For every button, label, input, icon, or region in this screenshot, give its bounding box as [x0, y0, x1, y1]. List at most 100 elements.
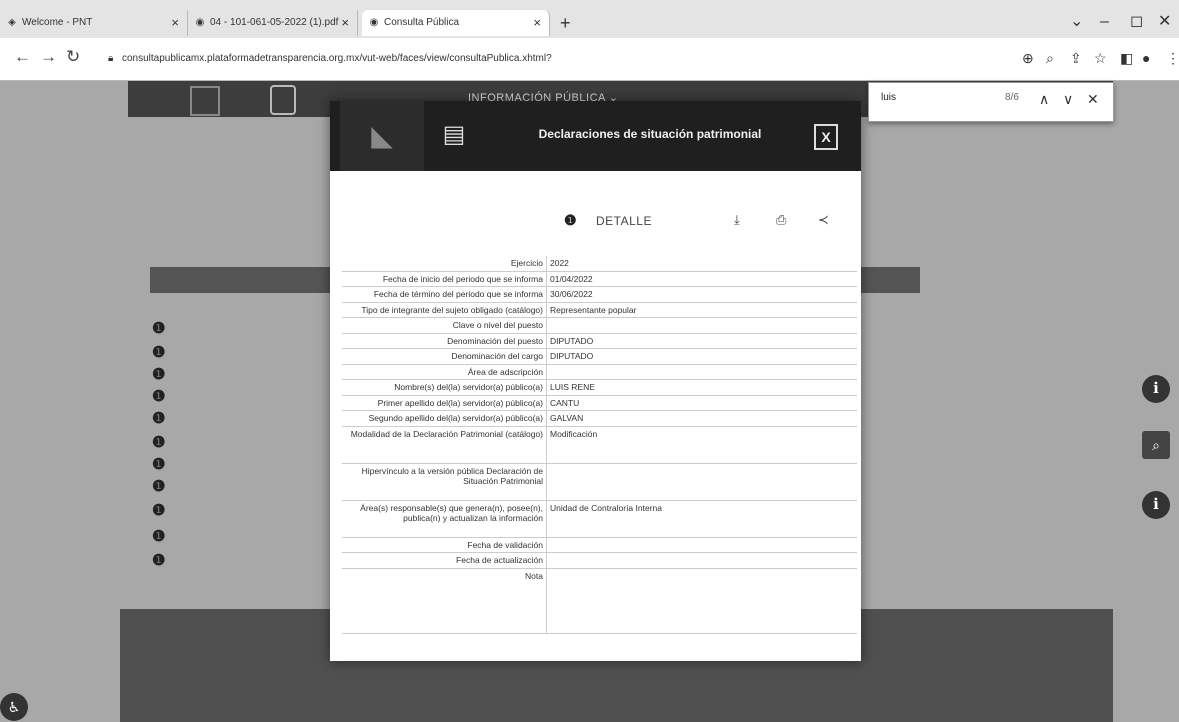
- forward-icon[interactable]: →: [40, 47, 57, 67]
- tab-favicon-icon: ◈: [8, 17, 16, 28]
- field-label: Nombre(s) del(la) servidor(a) público(a): [342, 379, 547, 396]
- field-label: Fecha de inicio del periodo que se infor…: [342, 271, 547, 287]
- field-value: [546, 317, 857, 334]
- table-row: Fecha de término del periodo que se info…: [342, 286, 857, 303]
- field-value: 01/04/2022: [546, 271, 857, 287]
- tab-label: Consulta Pública: [384, 17, 460, 28]
- table-row: Área de adscripción: [342, 364, 857, 380]
- logo-icon: [190, 86, 220, 116]
- table-row: Hipervínculo a la versión pública Declar…: [342, 463, 857, 501]
- logo-icon: ◣: [340, 101, 424, 171]
- accessibility-icon[interactable]: ♿︎: [0, 693, 28, 721]
- field-label: Nota: [342, 568, 547, 634]
- field-value: 30/06/2022: [546, 286, 857, 303]
- modal-title: Declaraciones de situación patrimonial: [538, 127, 762, 141]
- share-icon[interactable]: ≺: [818, 212, 829, 228]
- find-prev-icon[interactable]: ∧: [1039, 91, 1049, 108]
- field-label: Denominación del cargo: [342, 348, 547, 365]
- close-tab-icon[interactable]: ×: [533, 10, 541, 36]
- info-icon: ❶: [564, 212, 577, 228]
- find-close-icon[interactable]: ✕: [1087, 91, 1099, 108]
- field-label: Primer apellido del(la) servidor(a) públ…: [342, 395, 547, 411]
- browser-tab[interactable]: ◉ 04 - 101-061-05-2022 (1).pdf ×: [188, 10, 358, 36]
- table-row: Segundo apellido del(la) servidor(a) púb…: [342, 410, 857, 427]
- logo-icon: [270, 85, 296, 115]
- info-icon[interactable]: ❶: [152, 527, 165, 545]
- menu-kebab-icon[interactable]: ⋮: [1166, 49, 1179, 67]
- detail-header: ❶ DETALLE ⤓ ⎙ ≺: [564, 212, 844, 232]
- find-next-icon[interactable]: ∨: [1063, 91, 1073, 108]
- info-icon[interactable]: ❶: [152, 433, 165, 451]
- info-icon[interactable]: ❶: [152, 343, 165, 361]
- tab-favicon-icon: ◉: [195, 17, 205, 28]
- field-label: Clave o nivel del puesto: [342, 317, 547, 334]
- info-icon[interactable]: ❶: [152, 365, 165, 383]
- info-icon[interactable]: ❶: [152, 477, 165, 495]
- close-tab-icon[interactable]: ×: [171, 10, 179, 36]
- info-icon[interactable]: ❶: [152, 319, 165, 337]
- new-tab-icon[interactable]: +: [560, 14, 571, 32]
- find-input[interactable]: luis: [881, 92, 896, 103]
- field-label: Fecha de término del periodo que se info…: [342, 286, 547, 303]
- field-label: Denominación del puesto: [342, 333, 547, 349]
- field-label: Segundo apellido del(la) servidor(a) púb…: [342, 410, 547, 427]
- info-icon[interactable]: ❶: [152, 455, 165, 473]
- field-value: Unidad de Contraloría Interna: [546, 500, 857, 538]
- search-side-icon[interactable]: ⌕: [1142, 431, 1170, 459]
- minimize-icon[interactable]: –: [1100, 14, 1109, 30]
- close-button[interactable]: X: [814, 124, 838, 150]
- tab-label: 04 - 101-061-05-2022 (1).pdf: [210, 17, 339, 28]
- info-side-icon[interactable]: ℹ: [1142, 375, 1170, 403]
- field-value: [546, 364, 857, 380]
- field-value: 2022: [546, 256, 857, 272]
- field-label: Fecha de actualización: [342, 552, 547, 569]
- url-field[interactable]: 🔒︎ consultapublicamx.plataformadetranspar…: [108, 50, 1008, 68]
- zoom-icon[interactable]: ⌕: [1046, 49, 1054, 67]
- share-icon[interactable]: ⇪: [1070, 49, 1082, 67]
- field-value: [546, 568, 857, 634]
- table-row: Fecha de validación: [342, 537, 857, 553]
- maximize-icon[interactable]: ◻: [1130, 14, 1143, 30]
- close-tab-icon[interactable]: ×: [341, 10, 349, 36]
- close-window-icon[interactable]: ✕: [1158, 14, 1171, 30]
- back-icon[interactable]: ←: [14, 47, 31, 67]
- field-value: DIPUTADO: [546, 348, 857, 365]
- table-row: Denominación del cargo DIPUTADO: [342, 348, 857, 365]
- find-bar: luis 8/6 ∧ ∨ ✕: [868, 82, 1114, 122]
- field-label: Ejercicio: [342, 256, 547, 272]
- field-value: LUIS RENE: [546, 379, 857, 396]
- browser-tab[interactable]: ◈ Welcome - PNT ×: [0, 10, 188, 36]
- info-side-icon[interactable]: ℹ: [1142, 491, 1170, 519]
- table-row: Denominación del puesto DIPUTADO: [342, 333, 857, 349]
- table-row: Fecha de actualización: [342, 552, 857, 569]
- field-value: [546, 537, 857, 553]
- info-icon[interactable]: ❶: [152, 551, 165, 569]
- field-label: Hipervínculo a la versión pública Declar…: [342, 463, 547, 501]
- table-row: Área(s) responsable(s) que genera(n), po…: [342, 500, 857, 538]
- translate-icon[interactable]: ⊕: [1022, 49, 1034, 67]
- find-count: 8/6: [1005, 92, 1019, 103]
- field-value: CANTU: [546, 395, 857, 411]
- info-icon[interactable]: ❶: [152, 501, 165, 519]
- browser-tab-bar: ◈ Welcome - PNT × ◉ 04 - 101-061-05-2022 (…: [0, 0, 1179, 38]
- table-row: Primer apellido del(la) servidor(a) públ…: [342, 395, 857, 411]
- lock-icon: 🔒︎: [108, 53, 114, 64]
- bookmark-star-icon[interactable]: ☆: [1094, 49, 1107, 67]
- field-label: Fecha de validación: [342, 537, 547, 553]
- field-value: Modificación: [546, 426, 857, 464]
- reload-icon[interactable]: ↻: [66, 47, 80, 67]
- info-icon[interactable]: ❶: [152, 409, 165, 427]
- sidebar-icon[interactable]: ◧: [1120, 49, 1133, 67]
- browser-tab-active[interactable]: ◉ Consulta Pública ×: [362, 10, 550, 36]
- info-icon[interactable]: ❶: [152, 387, 165, 405]
- tab-search-icon[interactable]: ⌄: [1070, 14, 1083, 30]
- download-icon[interactable]: ⤓: [734, 212, 740, 228]
- table-row: Nombre(s) del(la) servidor(a) público(a)…: [342, 379, 857, 396]
- address-bar: ← → ↻ 🔒︎ consultapublicamx.plataformadetr…: [0, 38, 1179, 81]
- field-value: [546, 552, 857, 569]
- profile-avatar-icon[interactable]: ●: [1142, 49, 1150, 67]
- print-icon[interactable]: ⎙: [776, 212, 786, 228]
- field-label: Área(s) responsable(s) que genera(n), po…: [342, 500, 547, 538]
- field-value: GALVAN: [546, 410, 857, 427]
- field-value[interactable]: [546, 463, 857, 501]
